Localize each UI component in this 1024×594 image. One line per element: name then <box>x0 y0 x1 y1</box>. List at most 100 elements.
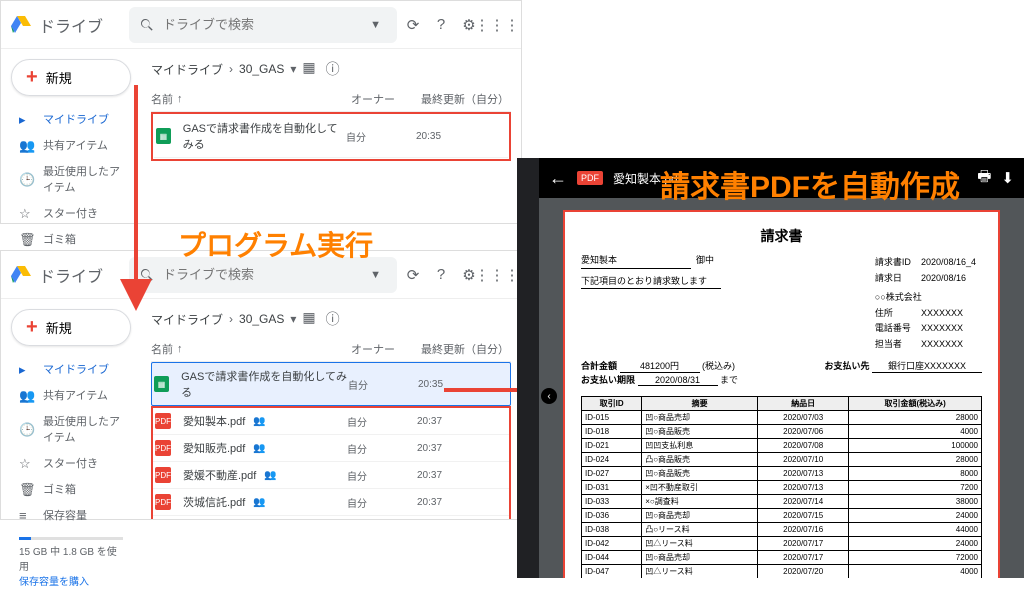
invoice-line: ID-044凹○商品売却2020/07/1772000 <box>582 551 982 565</box>
file-owner: 自分 <box>347 468 417 483</box>
sidebar-item[interactable]: 🗑ゴミ箱 <box>5 226 137 252</box>
apps-editor-strip <box>517 158 539 578</box>
file-row[interactable]: PDF茨城物産.pdf👥自分20:38 <box>153 516 509 519</box>
nav-icon: ☆ <box>19 456 33 470</box>
invoice-line: ID-024凸○商品販売2020/07/1028000 <box>582 453 982 467</box>
column-headers: 名前 ↑ オーナー 最終更新（自分） <box>151 87 511 112</box>
search-input[interactable] <box>163 17 356 32</box>
sidebar-item[interactable]: 👥共有アイテム <box>5 132 137 158</box>
print-icon[interactable]: 🖶 <box>977 166 991 191</box>
sheet-icon: ▦ <box>156 128 171 144</box>
file-name: 愛知販売.pdf <box>183 440 245 456</box>
drive-logo[interactable]: ドライブ <box>9 263 129 287</box>
nav-icon: ▸ <box>19 362 33 376</box>
file-row[interactable]: PDF愛媛不動産.pdf👥自分20:37 <box>153 462 509 489</box>
prev-page-icon[interactable]: ‹ <box>541 388 557 404</box>
nav-icon: 🕒 <box>19 172 33 186</box>
invoice-line: ID-033×○調査料2020/07/1438000 <box>582 495 982 509</box>
nav-label: 保存容量 <box>43 507 87 523</box>
nav-label: スター付き <box>43 205 98 221</box>
plus-icon: + <box>26 66 38 89</box>
nav-icon: ▸ <box>19 112 33 126</box>
sidebar: + 新規 ▸マイドライブ👥共有アイテム🕒最近使用したアイテム ☆ スター付き 🗑ゴミ箱… <box>1 299 141 519</box>
sidebar-item[interactable]: ☆ スター付き <box>5 450 137 476</box>
invoice-line: ID-021凹凹支払利息2020/07/08100000 <box>582 439 982 453</box>
arrow-down <box>124 85 148 310</box>
file-row[interactable]: ▦GASで請求書作成を自動化してみる自分20:35 <box>154 115 508 158</box>
apps-icon[interactable]: ⋮⋮⋮ <box>487 265 507 285</box>
drive-window-before: ドライブ ▼ ⟳ ? ⚙ ⋮⋮⋮ + 新規 ▸ マイドライブ 👥共有アイテム🕒最近使… <box>0 0 522 224</box>
nav-icon: ☆ <box>19 206 33 220</box>
col-date[interactable]: 最終更新（自分） <box>421 91 511 107</box>
file-owner: 自分 <box>347 441 417 456</box>
invoice-line: ID-038凸○リース料2020/07/1644000 <box>582 523 982 537</box>
nav-icon: ≡ <box>19 508 33 522</box>
due-date: 2020/08/31 <box>638 375 718 386</box>
file-name: 愛媛不動産.pdf <box>183 467 256 483</box>
header-tools: ⟳ ? ⚙ ⋮⋮⋮ <box>397 15 513 35</box>
invoice-line: ID-031×凹不動産取引2020/07/137200 <box>582 481 982 495</box>
download-icon[interactable]: ⬇ <box>1001 169 1014 187</box>
chevron-right-icon: › <box>229 62 233 76</box>
pay-to: 銀行口座XXXXXXX <box>872 359 982 373</box>
file-row[interactable]: PDF愛知製本.pdf👥自分20:37 <box>153 408 509 435</box>
back-icon[interactable]: ← <box>549 168 567 189</box>
invoice-title: 請求書 <box>581 226 982 246</box>
col-owner[interactable]: オーナー <box>351 341 421 357</box>
invoice-line: ID-015凹○商品売却2020/07/0328000 <box>582 411 982 425</box>
col-name[interactable]: 名前 ↑ <box>151 91 351 107</box>
nav-label: ゴミ箱 <box>43 481 76 497</box>
sidebar-item[interactable]: 👥共有アイテム <box>5 382 137 408</box>
search-options-caret[interactable]: ▼ <box>364 19 387 31</box>
crumb-root[interactable]: マイドライブ <box>151 311 223 328</box>
new-button[interactable]: + 新規 <box>11 59 131 96</box>
new-button[interactable]: + 新規 <box>11 309 131 346</box>
breadcrumb[interactable]: マイドライブ › 30_GAS ▾ ▦ ⓘ <box>151 55 511 87</box>
col-date[interactable]: 最終更新（自分） <box>421 341 511 357</box>
crumb-folder[interactable]: 30_GAS <box>239 62 284 76</box>
sidebar: + 新規 ▸マイドライブ👥共有アイテム🕒最近使用したアイテム☆スター付き🗑ゴミ箱… <box>1 49 141 223</box>
chevron-down-icon[interactable]: ▾ <box>290 312 296 326</box>
file-row[interactable]: PDF茨城信託.pdf👥自分20:37 <box>153 489 509 516</box>
col-name[interactable]: 名前 ↑ <box>151 341 351 357</box>
breadcrumb[interactable]: マイドライブ › 30_GAS ▾ ▦ⓘ <box>151 305 511 337</box>
invoice-line: ID-018凹○商品販売2020/07/064000 <box>582 425 982 439</box>
sidebar-item[interactable]: ▸ マイドライブ <box>5 106 137 132</box>
buy-storage-link[interactable]: 保存容量を購入 <box>19 573 123 588</box>
ready-icon[interactable]: ⟳ <box>403 15 423 35</box>
sidebar-item[interactable]: 🗑ゴミ箱 <box>5 476 137 502</box>
sidebar-item[interactable]: 🕒最近使用したアイテム <box>5 158 137 200</box>
drive-logo[interactable]: ドライブ <box>9 13 129 37</box>
search-box[interactable]: ▼ <box>129 7 397 43</box>
shared-icon: 👥 <box>253 443 265 454</box>
search-input[interactable] <box>163 267 356 282</box>
crumb-folder[interactable]: 30_GAS <box>239 312 284 326</box>
info-icon[interactable]: ⓘ <box>326 309 340 329</box>
chevron-down-icon[interactable]: ▾ <box>290 62 296 76</box>
file-row[interactable]: PDF愛知販売.pdf👥自分20:37 <box>153 435 509 462</box>
help-icon[interactable]: ? <box>431 15 451 35</box>
ready-icon[interactable]: ⟳ <box>403 265 423 285</box>
col-owner[interactable]: オーナー <box>351 91 421 107</box>
help-icon[interactable]: ? <box>431 265 451 285</box>
sidebar-item[interactable]: 🕒最近使用したアイテム <box>5 408 137 450</box>
sidebar-item[interactable]: ≡ 保存容量 <box>5 502 137 528</box>
sidebar-item[interactable]: ▸マイドライブ <box>5 356 137 382</box>
info-icon[interactable]: ⓘ <box>326 59 340 79</box>
pdf-page-area[interactable]: ‹ 請求書 愛知製本 御中 下記項目のとおり請求致します 請求書ID2020/0… <box>539 198 1024 578</box>
apps-icon[interactable]: ⋮⋮⋮ <box>487 15 507 35</box>
search-options-caret[interactable]: ▼ <box>364 269 387 281</box>
file-name: 愛知製本.pdf <box>183 413 245 429</box>
grid-view-icon[interactable]: ▦ <box>302 59 315 79</box>
grid-view-icon[interactable]: ▦ <box>302 309 315 329</box>
nav-label: 共有アイテム <box>43 387 108 403</box>
crumb-root[interactable]: マイドライブ <box>151 61 223 78</box>
sidebar-item[interactable]: ☆ スター付き <box>5 200 137 226</box>
nav-label: マイドライブ <box>43 111 109 127</box>
sheet-icon: ▦ <box>154 376 169 392</box>
file-name: GASで請求書作成を自動化してみる <box>181 368 348 400</box>
shared-icon: 👥 <box>253 497 265 508</box>
invoice-document: 請求書 愛知製本 御中 下記項目のとおり請求致します 請求書ID2020/08/… <box>563 210 1000 578</box>
file-date: 20:37 <box>417 443 507 454</box>
nav-label: スター付き <box>43 455 98 471</box>
